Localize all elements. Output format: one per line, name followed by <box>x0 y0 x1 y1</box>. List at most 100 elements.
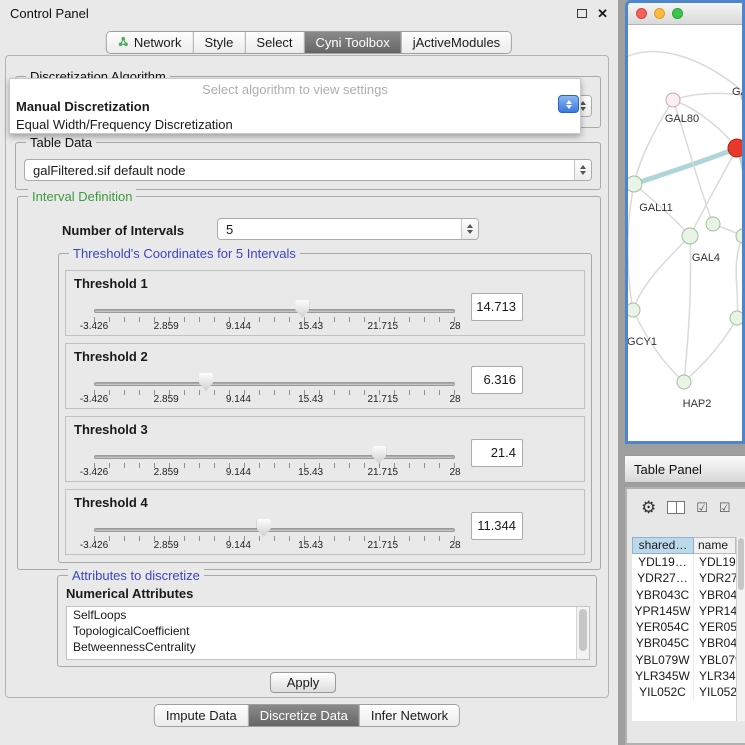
threshold-label: Threshold 1 <box>74 276 148 291</box>
tab-impute-data[interactable]: Impute Data <box>155 705 248 726</box>
table-row[interactable]: YER054CYER054C <box>632 619 736 635</box>
network-node-selected[interactable] <box>728 139 742 157</box>
checkbox-icon[interactable]: ☑ <box>719 501 731 514</box>
slider-thumb[interactable] <box>257 519 271 537</box>
threshold-value-field[interactable]: 11.344 <box>471 512 523 540</box>
network-edge[interactable] <box>628 184 634 310</box>
slider-thumb[interactable] <box>372 446 386 464</box>
slider-thumb[interactable] <box>199 373 213 391</box>
column-header-shared-name[interactable]: shared… <box>632 537 694 554</box>
zoom-traffic-light-icon[interactable] <box>672 8 683 19</box>
scale-label: 28 <box>449 321 460 332</box>
scale-label: 28 <box>449 540 460 551</box>
gear-icon[interactable]: ⚙ <box>641 499 656 516</box>
attributes-scrollbar[interactable] <box>576 607 589 659</box>
network-node[interactable] <box>730 311 742 325</box>
threshold-panel-1: Threshold 1-3.4262.8599.14415.4321.71528… <box>65 270 585 336</box>
tab-style[interactable]: Style <box>193 32 245 53</box>
network-edge[interactable] <box>737 148 742 236</box>
attributes-listbox[interactable]: SelfLoopsTopologicalCoefficientBetweenne… <box>66 606 590 660</box>
network-node[interactable] <box>666 93 680 107</box>
network-node[interactable] <box>628 176 642 192</box>
table-scrollbar[interactable] <box>736 537 745 721</box>
network-edge[interactable] <box>628 52 742 96</box>
close-icon[interactable]: ✕ <box>597 7 608 20</box>
scrollbar-thumb[interactable] <box>579 609 587 651</box>
combobox-stepper-button[interactable] <box>558 95 579 113</box>
tab-discretize-data[interactable]: Discretize Data <box>248 705 359 726</box>
scale-label: 21.715 <box>368 540 399 551</box>
scrollbar-thumb[interactable] <box>738 538 744 590</box>
network-node[interactable] <box>677 375 691 389</box>
cell-name: YDR27… <box>694 570 736 586</box>
network-edge[interactable] <box>684 236 691 382</box>
control-panel: Control Panel ✕ NetworkStyleSelectCyni T… <box>0 0 618 745</box>
network-node[interactable] <box>628 303 640 317</box>
scale-label: -3.426 <box>80 467 108 478</box>
apply-button[interactable]: Apply <box>270 672 336 693</box>
number-of-intervals-combobox[interactable]: 5 <box>217 218 479 240</box>
tab-cyni-toolbox[interactable]: Cyni Toolbox <box>304 32 401 53</box>
threshold-value-field[interactable]: 21.4 <box>471 439 523 467</box>
attribute-item[interactable]: SelfLoops <box>67 607 589 623</box>
attribute-item[interactable]: TopologicalCoefficient <box>67 623 589 639</box>
node-label: GAL11 <box>639 202 672 214</box>
checkbox-icon[interactable]: ☑ <box>696 501 708 514</box>
network-edge[interactable] <box>634 148 737 184</box>
slider-track[interactable] <box>94 382 455 386</box>
attribute-item[interactable]: BetweennessCentrality <box>67 639 589 655</box>
dropdown-option-manual-discretization[interactable]: Manual Discretization <box>10 98 580 116</box>
slider-track[interactable] <box>94 528 455 532</box>
dropdown-hint-text: Select algorithm to view settings <box>10 82 580 98</box>
network-node[interactable] <box>682 228 698 244</box>
combobox-arrows-icon <box>574 160 591 180</box>
slider-ticks <box>94 536 456 541</box>
minimize-traffic-light-icon[interactable] <box>654 8 665 19</box>
table-row[interactable]: YBR043CYBR043C <box>632 587 736 603</box>
tab-label: Infer Network <box>371 708 448 723</box>
number-of-intervals-label: Number of Intervals <box>62 223 184 238</box>
network-window-titlebar[interactable] <box>628 3 742 25</box>
tab-infer-network[interactable]: Infer Network <box>359 705 459 726</box>
table-data-combobox[interactable]: galFiltered.sif default node <box>24 159 592 181</box>
table-row[interactable]: YDL19…YDL19… <box>632 554 736 570</box>
cell-name: YDL19… <box>694 554 736 570</box>
dropdown-option-equal-width-frequency[interactable]: Equal Width/Frequency Discretization <box>10 116 580 134</box>
network-canvas[interactable]: GAL80GAGAL11GAL4GCY1HAP2H <box>628 25 742 440</box>
thresholds-legend: Threshold's Coordinates for 5 Intervals <box>69 246 300 261</box>
slider-thumb[interactable] <box>295 300 309 318</box>
table-row[interactable]: YIL052CYIL052C <box>632 684 736 700</box>
columns-icon[interactable] <box>667 501 685 514</box>
slider-track[interactable] <box>94 309 455 313</box>
cell-name: YBL079W <box>694 652 736 668</box>
node-label: GAL4 <box>692 252 720 264</box>
table-row[interactable]: YLR345WYLR345W <box>632 668 736 684</box>
network-edge[interactable] <box>684 318 737 382</box>
float-window-icon[interactable] <box>577 9 587 18</box>
slider-track[interactable] <box>94 455 455 459</box>
tab-jactivemodules[interactable]: jActiveModules <box>401 32 511 53</box>
tab-select[interactable]: Select <box>244 32 303 53</box>
attributes-items: SelfLoopsTopologicalCoefficientBetweenne… <box>67 607 589 655</box>
tab-network[interactable]: Network <box>107 32 193 53</box>
table-row[interactable]: YBR045CYBR045C <box>632 635 736 651</box>
column-header-name[interactable]: name <box>694 537 736 554</box>
scale-label: 2.859 <box>154 540 179 551</box>
number-of-intervals-value: 5 <box>218 222 461 237</box>
scale-label: 9.144 <box>226 467 251 478</box>
tab-label: Cyni Toolbox <box>316 35 390 50</box>
network-node[interactable] <box>736 229 742 243</box>
table-row[interactable]: YPR145WYPR145W <box>632 603 736 619</box>
table-panel-header[interactable]: Table Panel <box>625 455 745 483</box>
threshold-value-field[interactable]: 14.713 <box>471 293 523 321</box>
network-edge[interactable] <box>736 236 742 318</box>
close-traffic-light-icon[interactable] <box>636 8 647 19</box>
network-edge[interactable] <box>633 236 690 310</box>
network-node[interactable] <box>706 217 720 231</box>
attributes-legend: Attributes to discretize <box>68 568 204 583</box>
cell-name: YIL052C <box>694 684 736 700</box>
node-label: GCY1 <box>628 336 657 348</box>
threshold-value-field[interactable]: 6.316 <box>471 366 523 394</box>
table-row[interactable]: YBL079WYBL079W <box>632 652 736 668</box>
table-row[interactable]: YDR27…YDR27… <box>632 570 736 586</box>
